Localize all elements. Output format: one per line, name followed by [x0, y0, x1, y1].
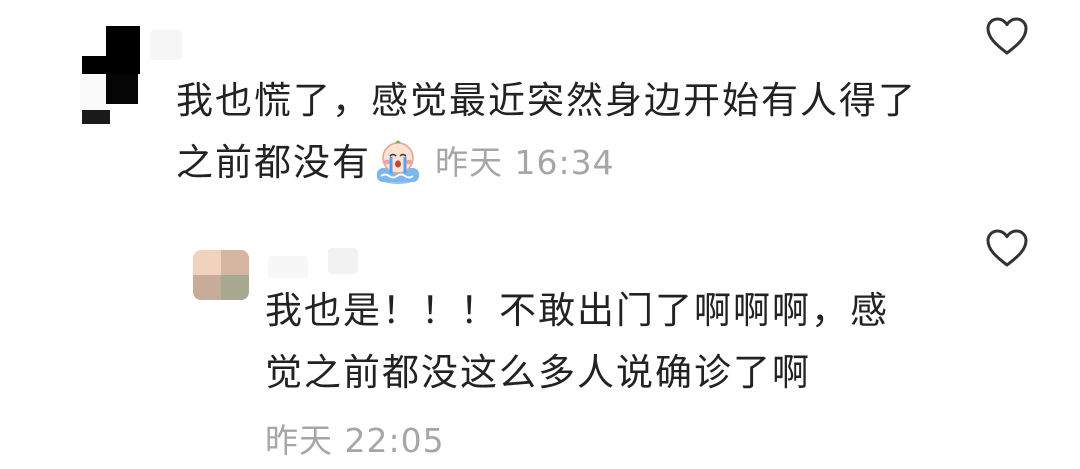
comment-text-line: 之前都没有 [176, 141, 371, 184]
comment-text: 我也慌了，感觉最近突然身边开始有人得了 之前都没有 昨天 16:34 [176, 73, 917, 193]
username-blurred [150, 30, 182, 60]
heart-outline-icon [986, 17, 1028, 55]
reply-text-line: 我也是！！！不敢出门了啊啊啊，感 [265, 289, 889, 332]
reply-text-line-2: 觉之前都没这么多人说确诊了啊 [265, 351, 811, 394]
crying-emoji [373, 136, 423, 186]
reply-avatar[interactable] [193, 250, 249, 300]
reply-username-blurred [268, 256, 308, 278]
comment-text-line: 我也慌了，感觉最近突然身边开始有人得了 [176, 79, 917, 122]
comment-text-line-2: 之前都没有 昨天 16:34 [176, 135, 917, 193]
reply-username-blurred [328, 248, 358, 274]
like-button[interactable] [985, 16, 1029, 56]
comment-thread: 我也慌了，感觉最近突然身边开始有人得了 之前都没有 昨天 16:34 我也是！！… [0, 0, 1080, 469]
reply-text: 我也是！！！不敢出门了啊啊啊，感 觉之前都没这么多人说确诊了啊 [265, 283, 889, 401]
reply-like-button[interactable] [985, 228, 1029, 268]
reply-timestamp: 昨天 22:05 [265, 421, 445, 460]
avatar[interactable] [80, 26, 142, 126]
comment-timestamp: 昨天 16:34 [435, 142, 615, 182]
heart-outline-icon [986, 229, 1028, 267]
